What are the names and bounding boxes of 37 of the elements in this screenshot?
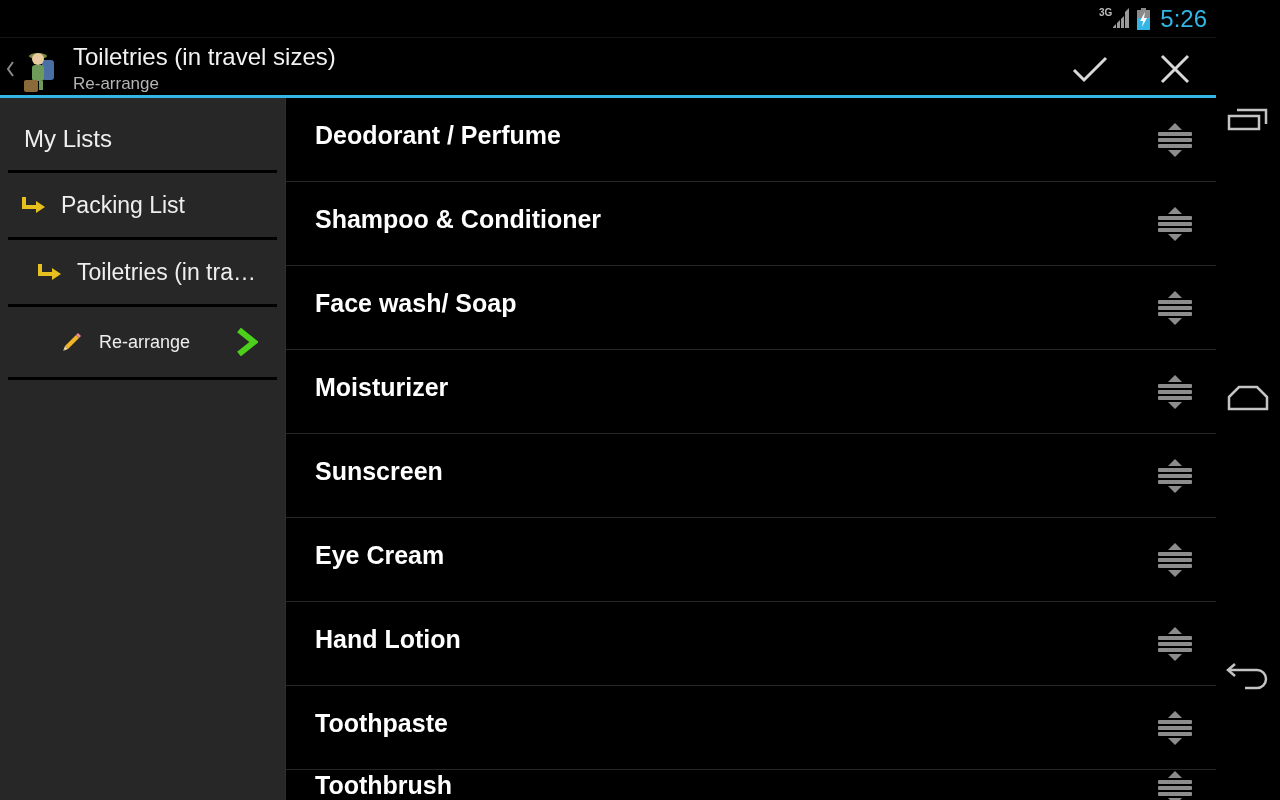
drag-handle-icon[interactable] [1157, 541, 1193, 578]
home-icon[interactable] [1227, 385, 1269, 411]
recent-apps-icon[interactable] [1227, 107, 1269, 131]
item-label: Shampoo & Conditioner [315, 204, 602, 233]
drag-handle-icon[interactable] [1157, 709, 1193, 746]
item-label: Eye Cream [315, 540, 445, 569]
item-label: Toothpaste [315, 708, 448, 737]
screen-subtitle: Re-arrange [73, 73, 160, 95]
drag-handle-icon[interactable] [1157, 457, 1193, 494]
drag-handle-icon[interactable] [1157, 625, 1193, 662]
drag-handle-icon[interactable] [1157, 373, 1193, 410]
item-label: Toothbrush [315, 771, 452, 799]
screen-title: Toiletries (in travel sizes) [73, 43, 336, 71]
pencil-icon [62, 332, 82, 352]
close-icon [1160, 53, 1190, 84]
check-icon [1072, 54, 1108, 83]
clock-time: 5:26 [1160, 6, 1207, 31]
item-label: Hand Lotion [315, 624, 461, 653]
return-arrow-icon [38, 263, 61, 281]
drag-handle-icon[interactable] [1157, 205, 1193, 242]
signal-icon [1113, 7, 1130, 28]
drag-handle-icon[interactable] [1157, 289, 1193, 326]
sidebar-item[interactable]: Re-arrange [0, 307, 285, 377]
return-arrow-icon [22, 196, 45, 214]
drag-handle-icon[interactable] [1157, 121, 1193, 158]
drag-handle-icon[interactable] [1157, 770, 1193, 800]
item-label: Moisturizer [315, 372, 449, 401]
item-label: Deodorant / Perfume [315, 120, 561, 149]
battery-charging-icon [1137, 7, 1151, 30]
sidebar-item[interactable]: My Lists [0, 98, 285, 170]
back-caret-icon[interactable] [6, 60, 14, 77]
chevron-right-icon [236, 328, 258, 356]
network-type-label: 3G [1098, 7, 1113, 18]
item-label: Face wash/ Soap [315, 288, 517, 317]
item-label: Sunscreen [315, 456, 443, 485]
sidebar-item[interactable]: Toiletries (in tra… [0, 240, 285, 304]
sidebar-item[interactable]: Packing List [0, 173, 285, 237]
